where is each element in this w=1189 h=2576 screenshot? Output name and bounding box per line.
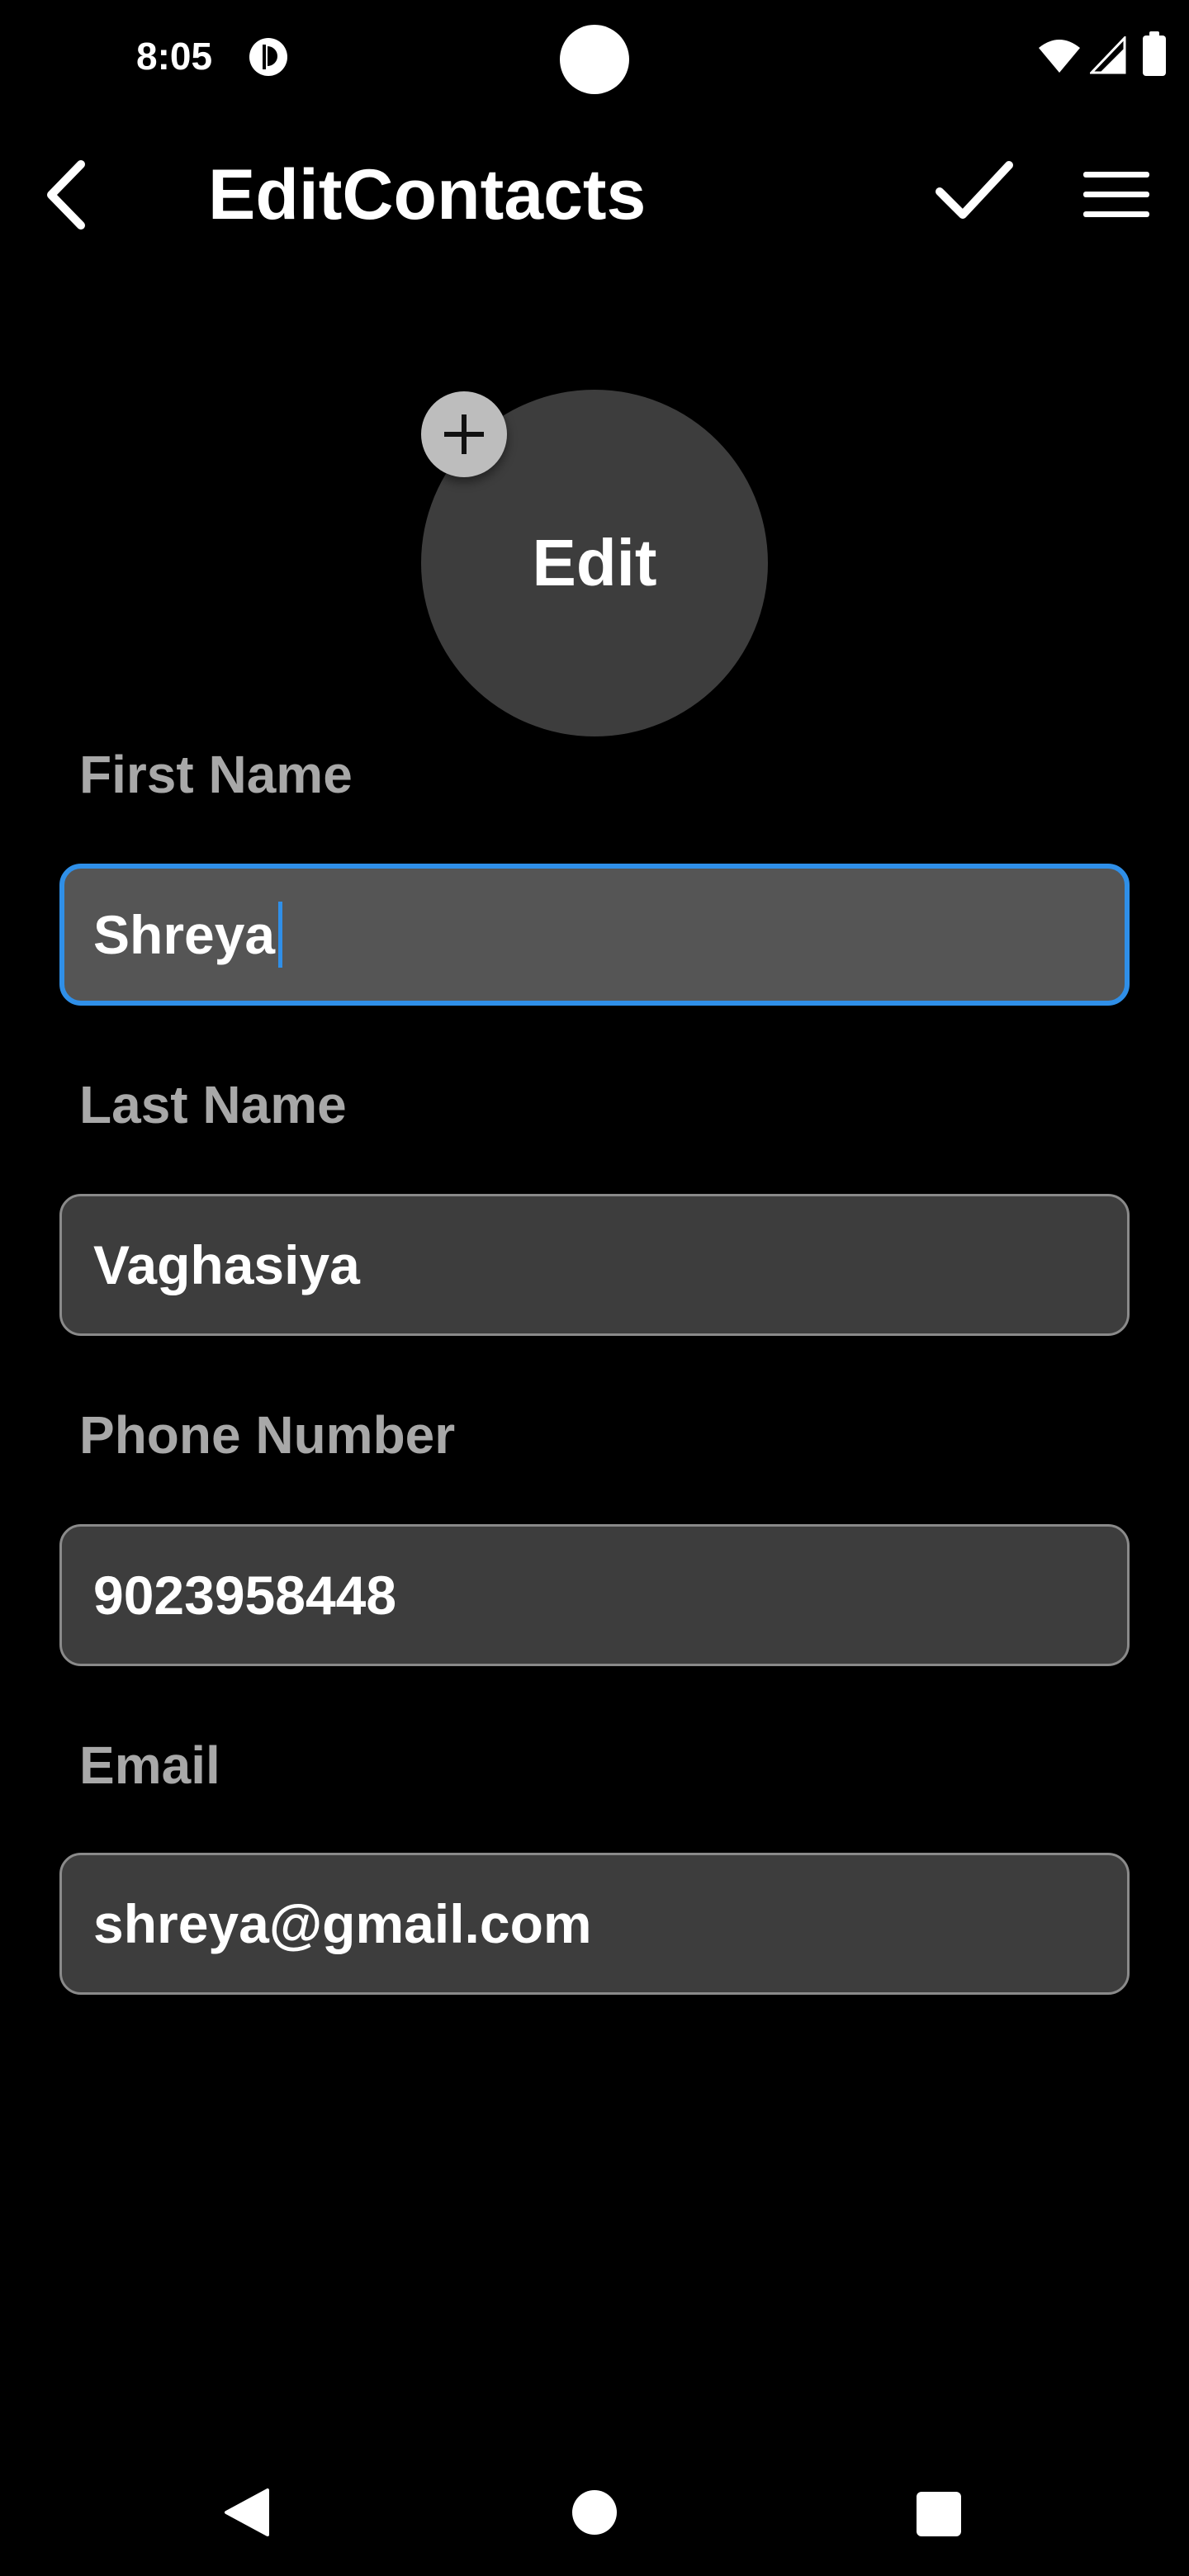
app-notification-icon	[249, 38, 287, 76]
save-button[interactable]	[933, 149, 1016, 231]
phone-number-field[interactable]: 9023958448	[59, 1524, 1130, 1666]
email-value: shreya@gmail.com	[93, 1893, 592, 1954]
email-field[interactable]: shreya@gmail.com	[59, 1853, 1130, 1995]
phone-number-label: Phone Number	[79, 1405, 456, 1465]
last-name-value: Vaghasiya	[93, 1234, 360, 1295]
email-label: Email	[79, 1735, 220, 1795]
edit-contacts-screen: 8:05 EditContacts Edit First Name Shreya…	[0, 0, 1189, 2576]
nav-recents-icon[interactable]	[917, 2492, 961, 2536]
first-name-label: First Name	[79, 745, 353, 804]
battery-icon	[1143, 31, 1166, 76]
app-bar: EditContacts	[0, 124, 1189, 264]
hamburger-menu-icon	[1083, 172, 1149, 217]
plus-icon	[444, 414, 484, 454]
status-time: 8:05	[136, 35, 213, 78]
add-photo-button[interactable]	[421, 391, 507, 477]
back-button[interactable]	[25, 154, 107, 236]
page-title: EditContacts	[208, 155, 647, 234]
first-name-field[interactable]: Shreya	[59, 864, 1130, 1006]
last-name-field[interactable]: Vaghasiya	[59, 1194, 1130, 1336]
first-name-value: Shreya	[93, 904, 276, 965]
last-name-label: Last Name	[79, 1075, 347, 1134]
avatar-edit-label: Edit	[532, 526, 657, 599]
signal-icon	[1090, 36, 1126, 74]
nav-home-icon[interactable]	[572, 2490, 617, 2535]
phone-number-value: 9023958448	[93, 1565, 397, 1626]
wifi-icon	[1039, 40, 1080, 73]
back-arrow-icon	[47, 160, 85, 230]
text-cursor	[278, 902, 283, 968]
status-bar: 8:05	[0, 0, 1189, 116]
menu-button[interactable]	[1075, 154, 1158, 236]
nav-back-icon[interactable]	[221, 2487, 272, 2538]
system-navigation-bar	[0, 2444, 1189, 2576]
camera-cutout	[560, 25, 629, 94]
checkmark-icon	[936, 161, 1013, 219]
